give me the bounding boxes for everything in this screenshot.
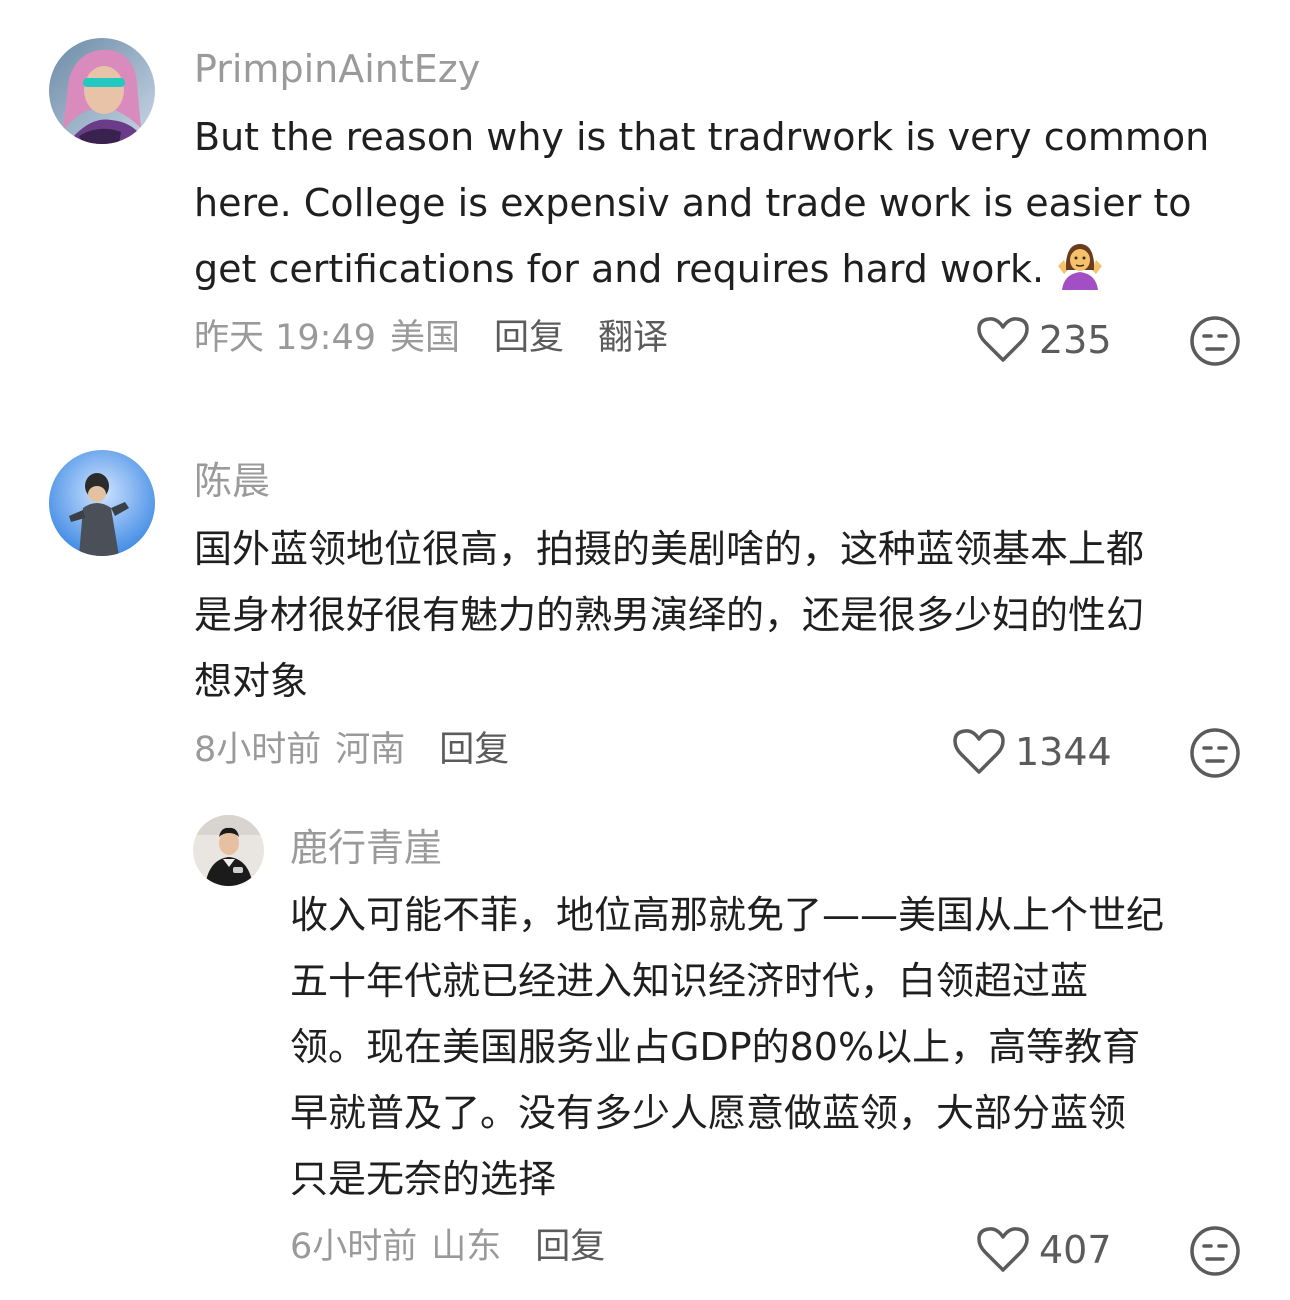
like-count: 407 <box>1039 1228 1112 1272</box>
reply-button[interactable]: 回复 <box>535 1230 605 1265</box>
avatar[interactable] <box>193 815 264 886</box>
comment-meta: 6小时前 山东 回复 <box>290 1230 605 1265</box>
comment-location: 山东 <box>431 1227 502 1267</box>
username[interactable]: 鹿行青崖 <box>290 829 442 867</box>
like-button[interactable]: 407 <box>977 1223 1112 1277</box>
comment-line: 早就普及了。没有多少人愿意做蓝领，大部分蓝领 <box>290 1091 1127 1135</box>
comment-time: 6小时前 <box>290 1227 418 1267</box>
comment-line: 领。现在美国服务业占GDP的80%以上，高等教育 <box>290 1025 1141 1069</box>
comment-line: 收入可能不菲，地位高那就免了——美国从上个世纪 <box>290 893 1165 937</box>
comment-line: 五十年代就已经进入知识经济时代，白领超过蓝 <box>290 959 1089 1003</box>
reply-item: 鹿行青崖 收入可能不菲，地位高那就免了——美国从上个世纪 五十年代就已经进入知识… <box>0 0 1290 1300</box>
comment-line: 只是无奈的选择 <box>290 1157 557 1201</box>
comment-text: 收入可能不菲，地位高那就免了——美国从上个世纪 五十年代就已经进入知识经济时代，… <box>290 882 1254 1212</box>
neutral-face-icon[interactable] <box>1189 1225 1241 1277</box>
heart-outline-icon <box>977 1227 1029 1272</box>
